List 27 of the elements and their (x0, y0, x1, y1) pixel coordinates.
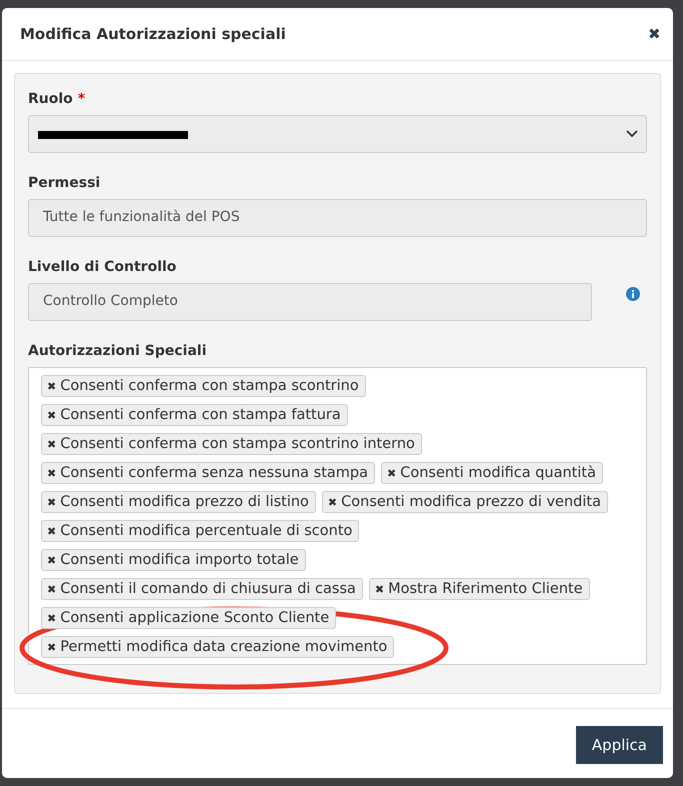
permission-tag[interactable]: ✖ Permetti modifica data creazione movimento (41, 636, 394, 658)
chevron-down-icon (626, 130, 638, 138)
tags-field[interactable] (28, 367, 647, 665)
permission-tag[interactable]: ✖ Consenti applicazione Sconto Cliente (41, 607, 336, 629)
apply-button[interactable]: Applica (576, 726, 663, 764)
permission-tag[interactable]: ✖ Consenti modifica prezzo di listino (41, 491, 316, 513)
permission-tag[interactable]: ✖ Consenti conferma senza nessuna stampa (41, 462, 375, 484)
permission-tag[interactable]: ✖ Consenti conferma con stampa fattura (41, 404, 348, 426)
permission-tag[interactable]: ✖ Consenti modifica importo totale (41, 549, 306, 571)
field-label: Autorizzazioni Speciali (28, 343, 207, 359)
field-label: Livello di Controllo (28, 259, 176, 275)
field-label: Permessi (28, 175, 100, 191)
role-select[interactable] (28, 115, 647, 153)
permission-tag[interactable]: ✖ Consenti conferma con stampa scontrino interno (41, 433, 422, 455)
info-icon[interactable] (626, 287, 640, 301)
readonly-field: Tutte le funzionalità del POS (28, 199, 647, 237)
permission-tag[interactable]: ✖ Consenti modifica quantità (380, 462, 603, 484)
dialog-title: Modifica Autorizzazioni speciali (20, 25, 286, 43)
permission-tag[interactable]: ✖ Consenti modifica prezzo di vendita (322, 491, 608, 513)
permission-tag[interactable]: ✖ Consenti conferma con stampa scontrino (41, 375, 366, 397)
close-button[interactable]: ✖ (648, 25, 661, 43)
required-mark: * (78, 91, 86, 107)
permission-tag[interactable]: ✖ Consenti modifica percentuale di sconto (41, 520, 360, 542)
readonly-field: Controllo Completo (28, 283, 592, 321)
field-label: Ruolo (28, 91, 73, 107)
permission-tag[interactable]: ✖ Consenti il comando di chiusura di cassa (41, 578, 363, 600)
permission-tag[interactable]: ✖ Mostra Riferimento Cliente (368, 578, 590, 600)
